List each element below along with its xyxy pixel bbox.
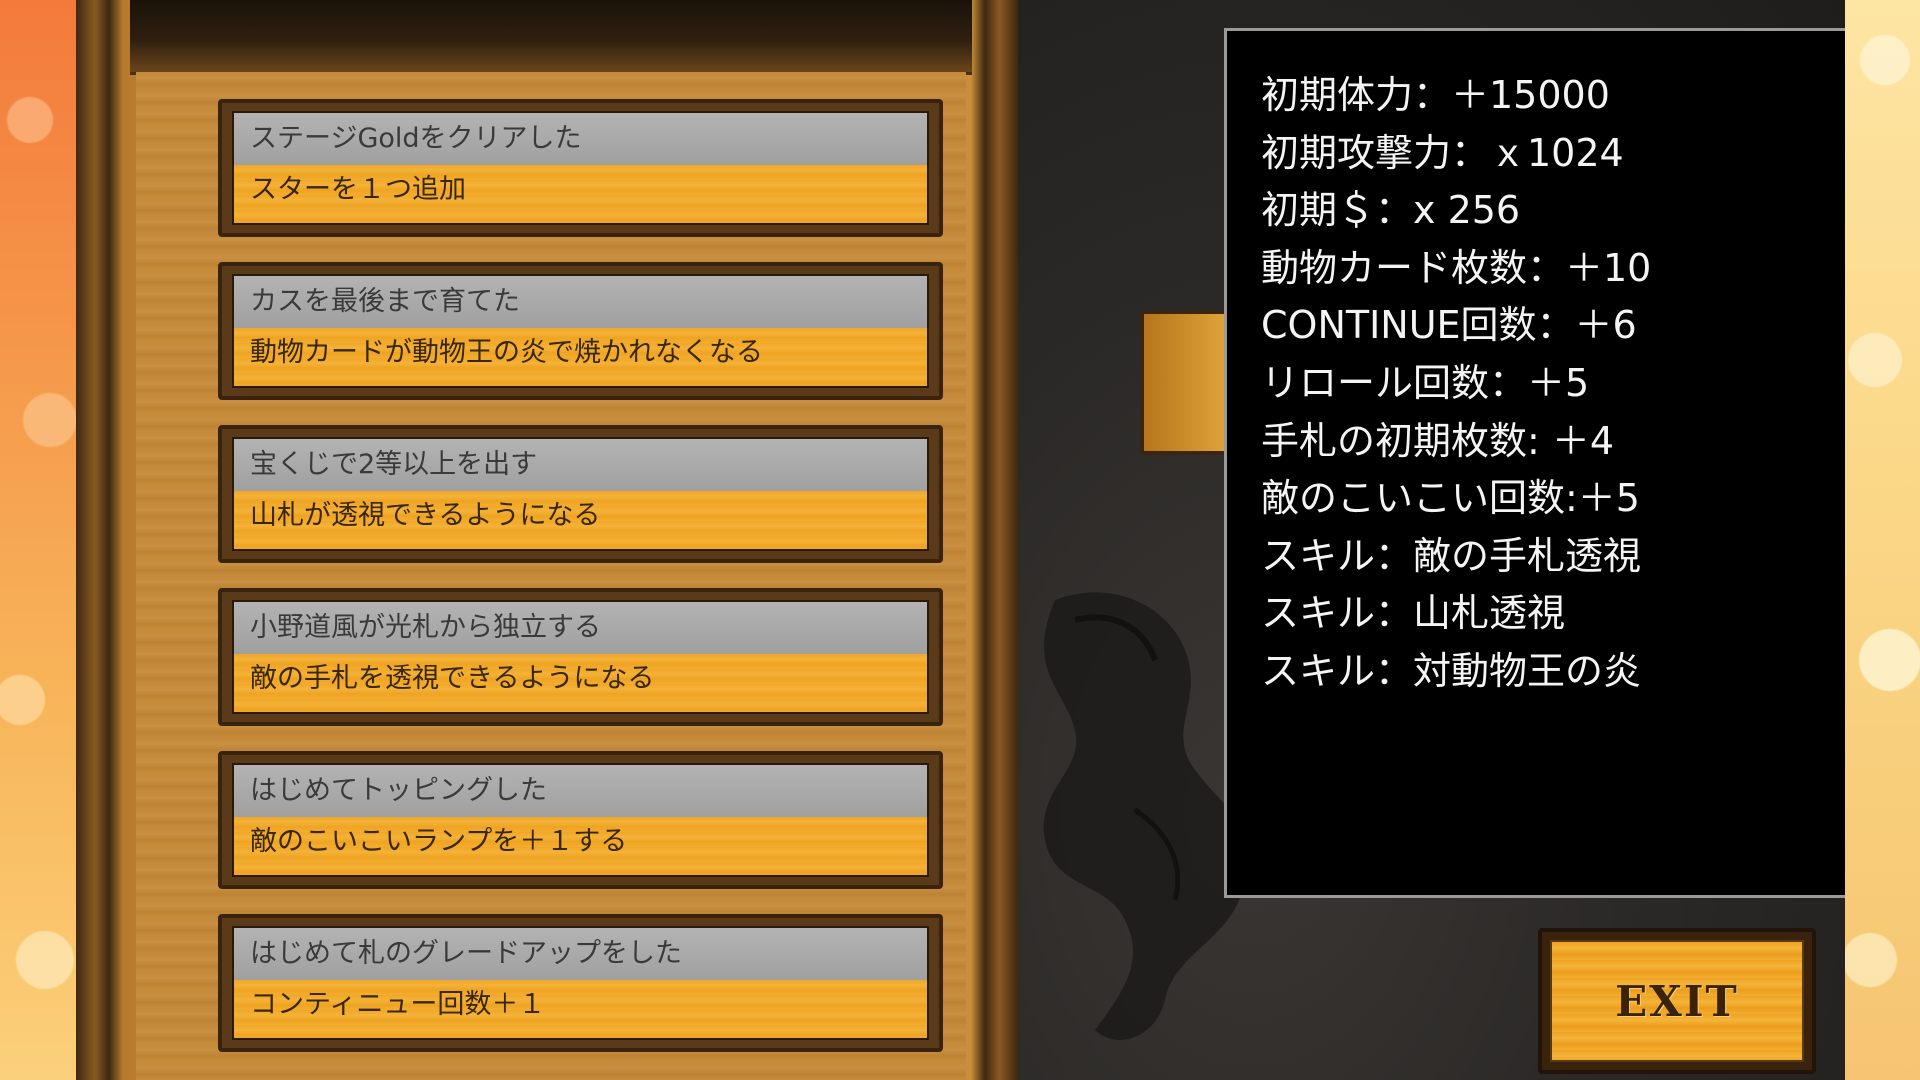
stat-skill-enemy-hand: スキル：敵の手札透視 (1261, 533, 1642, 578)
stat-skill-deck: スキル：山札透視 (1261, 591, 1566, 636)
bonus-stats-panel: 初期体力：＋15000 初期攻撃力：ｘ1024 初期＄：x 256 動物カード枚… (1224, 28, 1845, 898)
left-flower-background (0, 0, 76, 1080)
stat-initial-hp: 初期体力：＋15000 (1261, 73, 1610, 117)
stat-initial-attack: 初期攻撃力：ｘ1024 (1261, 130, 1624, 175)
achievement-reward: コンティニュー回数＋１ (234, 980, 927, 1038)
achievement-title: 小野道風が光札から独立する (234, 602, 927, 654)
exit-button-label: EXIT (1615, 976, 1739, 1026)
achievement-card[interactable]: 宝くじで2等以上を出す 山札が透視できるようになる (218, 425, 943, 563)
achievement-card-inner: 宝くじで2等以上を出す 山札が透視できるようになる (232, 437, 929, 551)
achievement-reward: スターを１つ追加 (234, 165, 927, 223)
achievement-card-inner: 小野道風が光札から独立する 敵の手札を透視できるようになる (232, 600, 929, 714)
stat-initial-hand: 手札の初期枚数: ＋4 (1261, 418, 1615, 463)
achievement-reward: 敵のこいこいランプを＋１する (234, 817, 927, 875)
exit-button-face: EXIT (1550, 940, 1804, 1062)
exit-button[interactable]: EXIT (1538, 928, 1816, 1074)
achievement-card[interactable]: はじめてトッピングした 敵のこいこいランプを＋１する (218, 751, 943, 889)
achievement-reward: 動物カードが動物王の炎で焼かれなくなる (234, 328, 927, 386)
achievement-card[interactable]: ステージGoldをクリアした スターを１つ追加 (218, 99, 943, 237)
stat-continue-count: CONTINUE回数：＋6 (1261, 303, 1637, 348)
achievement-title: はじめて札のグレードアップをした (234, 928, 927, 980)
achievement-card[interactable]: はじめて札のグレードアップをした コンティニュー回数＋１ (218, 914, 943, 1052)
achievement-card-inner: はじめてトッピングした 敵のこいこいランプを＋１する (232, 763, 929, 877)
achievement-card-inner: カスを最後まで育てた 動物カードが動物王の炎で焼かれなくなる (232, 274, 929, 388)
achievement-title: はじめてトッピングした (234, 765, 927, 817)
achievement-reward: 山札が透視できるようになる (234, 491, 927, 549)
stat-enemy-koikoi: 敵のこいこい回数:＋5 (1261, 476, 1640, 521)
achievement-title: 宝くじで2等以上を出す (234, 439, 927, 491)
achievement-title: ステージGoldをクリアした (234, 113, 927, 165)
scroll-frame-top (130, 0, 972, 75)
achievement-card[interactable]: カスを最後まで育てた 動物カードが動物王の炎で焼かれなくなる (218, 262, 943, 400)
achievement-card[interactable]: 小野道風が光札から独立する 敵の手札を透視できるようになる (218, 588, 943, 726)
game-screen: ステージGoldをクリアした スターを１つ追加 カスを最後まで育てた 動物カード… (0, 0, 1920, 1080)
side-tab-icon (1140, 310, 1230, 455)
stat-reroll-count: リロール回数：＋5 (1261, 360, 1590, 405)
achievement-card-inner: ステージGoldをクリアした スターを１つ追加 (232, 111, 929, 225)
achievement-card-inner: はじめて札のグレードアップをした コンティニュー回数＋１ (232, 926, 929, 1040)
right-flower-background (1845, 0, 1920, 1080)
stat-skill-flame: スキル：対動物王の炎 (1261, 648, 1642, 693)
stat-initial-money: 初期＄：x 256 (1261, 188, 1521, 233)
achievement-reward: 敵の手札を透視できるようになる (234, 654, 927, 712)
stat-animal-cards: 動物カード枚数：＋10 (1261, 245, 1652, 290)
achievement-title: カスを最後まで育てた (234, 276, 927, 328)
